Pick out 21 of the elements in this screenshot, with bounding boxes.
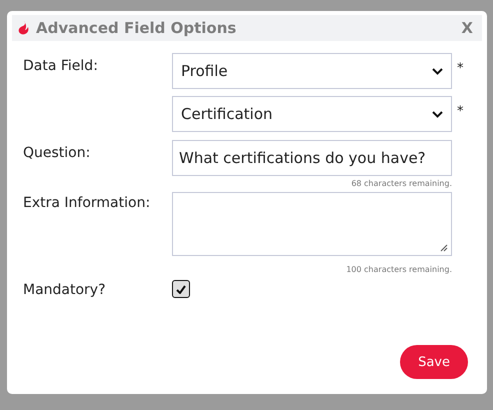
select-field[interactable]: Certification	[172, 96, 452, 132]
field-label: Mandatory?	[23, 281, 107, 298]
dialog-title: Advanced Field Options	[36, 19, 238, 37]
save-button[interactable]: Save	[400, 345, 468, 379]
character-count: 68 characters remaining.	[350, 179, 452, 188]
flame-logo-icon	[17, 21, 29, 35]
close-button[interactable]: X	[457, 19, 477, 37]
select-field[interactable]: Profile	[172, 53, 452, 89]
field-label: Question:	[23, 144, 92, 161]
textarea-field[interactable]	[172, 192, 452, 256]
input-field[interactable]: What certifications do you have?	[172, 140, 452, 176]
character-count: 100 characters remaining.	[345, 265, 452, 274]
chevron-down-icon	[432, 110, 443, 118]
required-mark: *	[456, 60, 464, 76]
required-mark: *	[456, 103, 464, 119]
field-label: Extra Information:	[23, 194, 152, 211]
check-icon	[176, 284, 186, 294]
chevron-down-icon	[432, 68, 443, 74]
field-label: Data Field:	[23, 57, 99, 74]
resize-handle-icon	[440, 244, 448, 252]
checkbox[interactable]	[172, 280, 190, 298]
